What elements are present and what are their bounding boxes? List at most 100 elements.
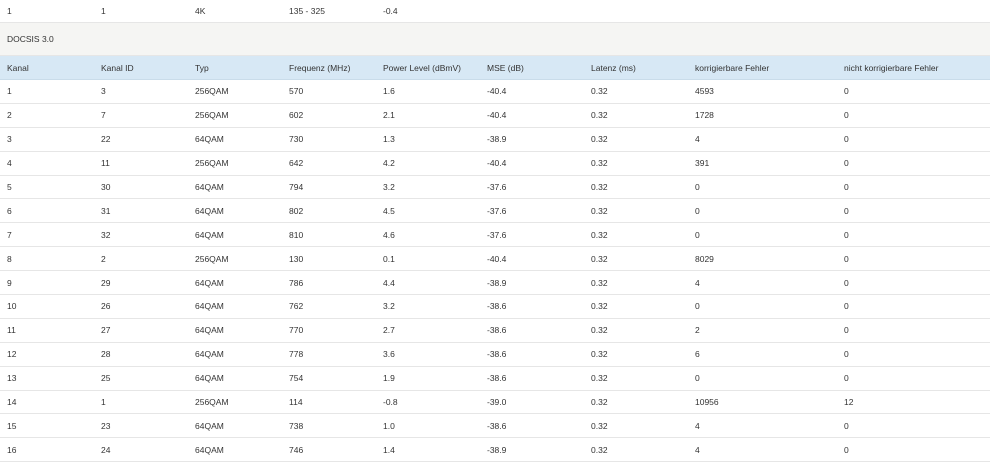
table-row: 6 31 64QAM 802 4.5 -37.6 0.32 0 0: [0, 199, 990, 224]
table-cell: 5: [7, 182, 12, 192]
table-cell: 64QAM: [195, 420, 224, 431]
table-cell: 7: [101, 110, 106, 121]
table-cell: 1: [101, 6, 106, 16]
table-cell: 64QAM: [195, 205, 224, 216]
table-cell: 3.2: [383, 301, 395, 312]
table-cell: -40.4: [487, 86, 507, 97]
table-cell: 0: [844, 349, 849, 360]
table-row: 5 30 64QAM 794 3.2 -37.6 0.32 0 0: [0, 176, 990, 200]
column-header-kanal: Kanal: [7, 62, 29, 73]
table-cell: 10956: [695, 397, 719, 408]
table-cell: 8: [7, 253, 12, 264]
table-cell: 642: [289, 158, 304, 169]
table-cell: 4.5: [383, 205, 395, 216]
table-row: 8 2 256QAM 130 0.1 -40.4 0.32 8029 0: [0, 247, 990, 272]
table-cell: 9: [7, 277, 12, 288]
table-cell: 6: [695, 349, 700, 360]
table-cell: 0: [844, 373, 849, 384]
table-row: 11 27 64QAM 770 2.7 -38.6 0.32 2 0: [0, 319, 990, 343]
table-cell: -40.4: [487, 158, 507, 169]
table-cell: 0: [844, 205, 849, 216]
table-cell: 0.32: [591, 349, 608, 360]
column-header-frequenz: Frequenz (MHz): [289, 62, 351, 73]
table-row: 2 7 256QAM 602 2.1 -40.4 0.32 1728 0: [0, 104, 990, 128]
table-cell: 64QAM: [195, 277, 224, 288]
table-cell: 0: [844, 110, 849, 121]
table-cell: 1728: [695, 110, 714, 121]
table-cell: 26: [101, 301, 111, 312]
table-cell: 0: [695, 229, 700, 240]
column-header-kanal-id: Kanal ID: [101, 62, 134, 73]
table-cell: 0.32: [591, 277, 608, 288]
table-cell: 0.32: [591, 444, 608, 455]
table-header: Kanal Kanal ID Typ Frequenz (MHz) Power …: [0, 56, 990, 80]
table-cell: 8029: [695, 253, 714, 264]
table-cell: 1.3: [383, 134, 395, 145]
table-cell: 0.32: [591, 325, 608, 336]
table-cell: 256QAM: [195, 253, 229, 264]
column-header-korrigierbare-fehler: korrigierbare Fehler: [695, 62, 770, 73]
table-cell: -38.6: [487, 420, 507, 431]
table-cell: 0.32: [591, 86, 608, 97]
table-cell: 4.6: [383, 229, 395, 240]
table-cell: 0.32: [591, 110, 608, 121]
table-cell: -39.0: [487, 397, 507, 408]
column-header-power-level: Power Level (dBmV): [383, 62, 461, 73]
table-cell: 0: [844, 277, 849, 288]
table-cell: 28: [101, 349, 111, 360]
table-row: 1 3 256QAM 570 1.6 -40.4 0.32 4593 0: [0, 80, 990, 104]
table-cell: 754: [289, 373, 304, 384]
table-cell: 0: [844, 253, 849, 264]
table-row: 13 25 64QAM 754 1.9 -38.6 0.32 0 0: [0, 367, 990, 391]
table-cell: 0: [844, 444, 849, 455]
section-title: DOCSIS 3.0: [7, 34, 54, 44]
table-cell: 130: [289, 253, 304, 264]
table-row: 7 32 64QAM 810 4.6 -37.6 0.32 0 0: [0, 223, 990, 248]
table-row: 15 23 64QAM 738 1.0 -38.6 0.32 4 0: [0, 414, 990, 439]
table-cell: 1: [7, 86, 12, 97]
table-cell: 64QAM: [195, 229, 224, 240]
table-cell: 64QAM: [195, 134, 224, 145]
table-cell: 602: [289, 110, 304, 121]
table-cell: 746: [289, 444, 304, 455]
table-cell: 64QAM: [195, 182, 224, 192]
table-cell: 0.32: [591, 229, 608, 240]
table-cell: 730: [289, 134, 304, 145]
table-cell: 1.0: [383, 420, 395, 431]
table-cell: -40.4: [487, 110, 507, 121]
table-cell: 802: [289, 205, 304, 216]
table-cell: 256QAM: [195, 110, 229, 121]
table-cell: -38.6: [487, 349, 507, 360]
column-header-latenz: Latenz (ms): [591, 62, 636, 73]
table-row: 10 26 64QAM 762 3.2 -38.6 0.32 0 0: [0, 295, 990, 319]
table-cell: -38.9: [487, 134, 507, 145]
table-row: 9 29 64QAM 786 4.4 -38.9 0.32 4 0: [0, 271, 990, 296]
table-cell: 778: [289, 349, 304, 360]
table-cell: 0.32: [591, 373, 608, 384]
table-row: 14 1 256QAM 114 -0.8 -39.0 0.32 10956 12: [0, 391, 990, 415]
table-cell: 0.32: [591, 134, 608, 145]
table-cell: 3: [101, 86, 106, 97]
table-cell: 4: [695, 277, 700, 288]
table-cell: 810: [289, 229, 304, 240]
table-cell: 4: [695, 444, 700, 455]
table-cell: 770: [289, 325, 304, 336]
table-cell: -37.6: [487, 205, 507, 216]
table-cell: 2.1: [383, 110, 395, 121]
table-cell: 0.1: [383, 253, 395, 264]
table-cell: 30: [101, 182, 111, 192]
table-cell: 0: [844, 158, 849, 169]
table-cell: 0.32: [591, 301, 608, 312]
table-cell: -38.9: [487, 444, 507, 455]
table-cell: 29: [101, 277, 111, 288]
table-cell: 256QAM: [195, 158, 229, 169]
table-cell: 2: [695, 325, 700, 336]
table-cell: -38.6: [487, 301, 507, 312]
table-cell: 7: [7, 229, 12, 240]
table-cell: 2.7: [383, 325, 395, 336]
table-cell: 794: [289, 182, 304, 192]
table-cell: 6: [7, 205, 12, 216]
table-cell: 2: [101, 253, 106, 264]
table-cell: 3: [7, 134, 12, 145]
table-cell: 114: [289, 397, 303, 408]
